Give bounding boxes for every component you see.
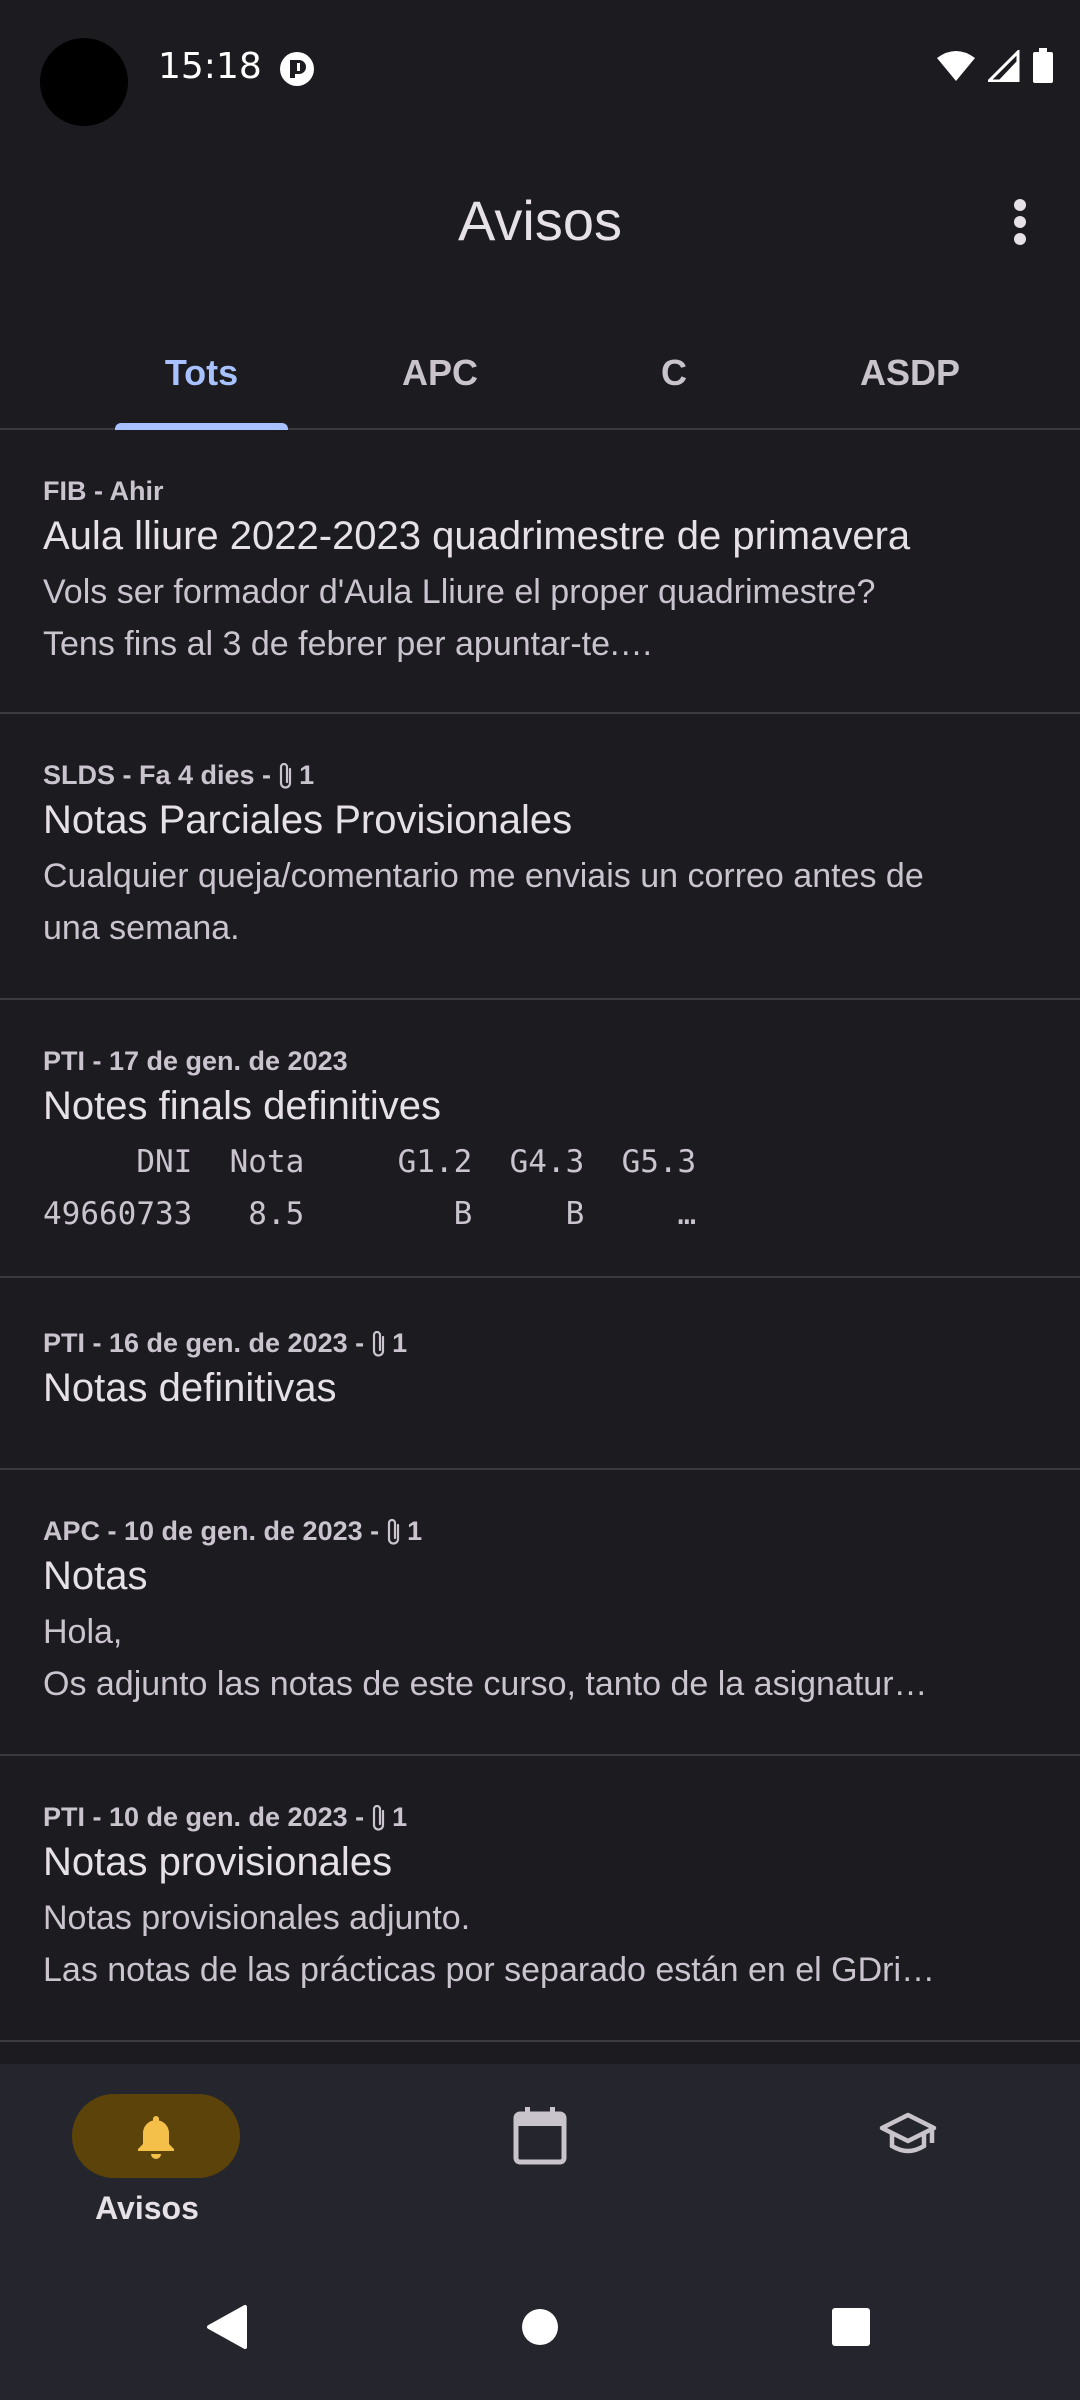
school-icon (879, 2112, 937, 2154)
announcement-body-line2: Tens fins al 3 de febrer per apuntar-te.… (43, 625, 654, 663)
announcement-meta: APC - 10 de gen. de 2023 - 1 (43, 1516, 422, 1547)
tab-tots[interactable]: Tots (115, 318, 288, 428)
attachment-icon (373, 1804, 385, 1831)
calendar-icon (513, 2107, 567, 2165)
more-options-button[interactable] (988, 190, 1052, 254)
notification-app-icon (280, 52, 314, 86)
announcement-meta: FIB - Ahir (43, 476, 164, 507)
announcement-body-line2: 49660733 8.5 B B … (43, 1196, 697, 1232)
home-circle-icon (522, 2309, 558, 2345)
announcement-meta: PTI - 10 de gen. de 2023 - 1 (43, 1802, 407, 1833)
nav-label-avisos: Avisos (95, 2190, 199, 2226)
announcement-body-line1: Hola, (43, 1613, 123, 1651)
nav-active-indicator (72, 2094, 240, 2178)
signal-icon (988, 50, 1020, 82)
announcement-body-line1: Vols ser formador d'Aula Lliure el prope… (43, 573, 876, 611)
tab-apc[interactable]: APC (350, 318, 530, 428)
attachment-count: 1 (392, 1802, 408, 1832)
announcement-body-line1: DNI Nota G1.2 G4.3 G5.3 (43, 1144, 697, 1180)
announcement-item[interactable]: PTI - 17 de gen. de 2023 Notes finals de… (0, 1000, 1080, 1278)
announcement-source-date: PTI - 16 de gen. de 2023 - (43, 1328, 365, 1358)
announcement-title: Aula lliure 2022-2023 quadrimestre de pr… (43, 514, 911, 558)
nav-item-calendar[interactable] (440, 2094, 640, 2244)
announcement-body-line1: Cualquier queja/comentario me enviais un… (43, 857, 924, 895)
recents-square-icon (832, 2308, 870, 2346)
announcement-list: FIB - Ahir Aula lliure 2022-2023 quadrim… (0, 430, 1080, 2042)
nav-item-courses[interactable] (808, 2094, 1008, 2244)
tab-asdp[interactable]: ASDP (820, 318, 1000, 428)
announcement-title: Notes finals definitives (43, 1084, 441, 1128)
attachment-icon (388, 1518, 400, 1545)
app-bar: Avisos (0, 160, 1080, 280)
front-camera (40, 38, 128, 126)
announcement-source-date: APC - 10 de gen. de 2023 - (43, 1516, 380, 1546)
attachment-icon (373, 1330, 385, 1357)
bell-icon (138, 2116, 174, 2159)
announcement-item[interactable]: SLDS - Fa 4 dies - 1 Notas Parciales Pro… (0, 714, 1080, 1000)
bottom-navigation: Avisos (0, 2064, 1080, 2254)
announcement-body-line1: Notas provisionales adjunto. (43, 1899, 471, 1937)
tab-c[interactable]: C (600, 318, 748, 428)
status-time: 15:18 (158, 46, 262, 87)
announcement-source-date: PTI - 17 de gen. de 2023 (43, 1046, 348, 1076)
announcement-title: Notas definitivas (43, 1366, 337, 1410)
system-navigation-bar (0, 2254, 1080, 2400)
system-recents-button[interactable] (818, 2294, 884, 2360)
announcement-body-line2: Os adjunto las notas de este curso, tant… (43, 1665, 928, 1703)
system-back-button[interactable] (194, 2294, 260, 2360)
attachment-icon (279, 762, 292, 789)
announcement-source-date: PTI - 10 de gen. de 2023 - (43, 1802, 365, 1832)
attachment-count: 1 (299, 760, 315, 790)
battery-icon (1033, 48, 1053, 83)
announcement-source-date: SLDS - Fa 4 dies - (43, 760, 272, 790)
tab-bar: Tots APC C ASDP (0, 318, 1080, 430)
announcement-title: Notas provisionales (43, 1840, 393, 1884)
page-title: Avisos (458, 189, 622, 252)
announcement-meta: SLDS - Fa 4 dies - 1 (43, 760, 314, 791)
more-vert-icon (1014, 199, 1026, 245)
announcement-title: Notas Parciales Provisionales (43, 798, 573, 842)
announcement-item[interactable]: FIB - Ahir Aula lliure 2022-2023 quadrim… (0, 430, 1080, 714)
announcement-title: Notas (43, 1554, 148, 1598)
announcement-item[interactable]: APC - 10 de gen. de 2023 - 1 Notas Hola,… (0, 1470, 1080, 1756)
announcement-source-date: FIB - Ahir (43, 476, 164, 506)
announcement-item[interactable]: PTI - 16 de gen. de 2023 - 1 Notas defin… (0, 1278, 1080, 1470)
announcement-item[interactable]: PTI - 10 de gen. de 2023 - 1 Notas provi… (0, 1756, 1080, 2042)
attachment-count: 1 (407, 1516, 423, 1546)
active-tab-indicator (115, 423, 288, 430)
announcement-body-line2: Las notas de las prácticas por separado … (43, 1951, 936, 1989)
attachment-count: 1 (392, 1328, 408, 1358)
system-home-button[interactable] (507, 2294, 573, 2360)
announcement-body-line2: una semana. (43, 909, 240, 947)
status-bar: 15:18 (0, 0, 1080, 140)
back-triangle-icon (207, 2305, 247, 2349)
announcement-meta: PTI - 17 de gen. de 2023 (43, 1046, 348, 1077)
wifi-icon (937, 51, 975, 81)
nav-item-avisos[interactable]: Avisos (47, 2094, 247, 2244)
announcement-meta: PTI - 16 de gen. de 2023 - 1 (43, 1328, 407, 1359)
